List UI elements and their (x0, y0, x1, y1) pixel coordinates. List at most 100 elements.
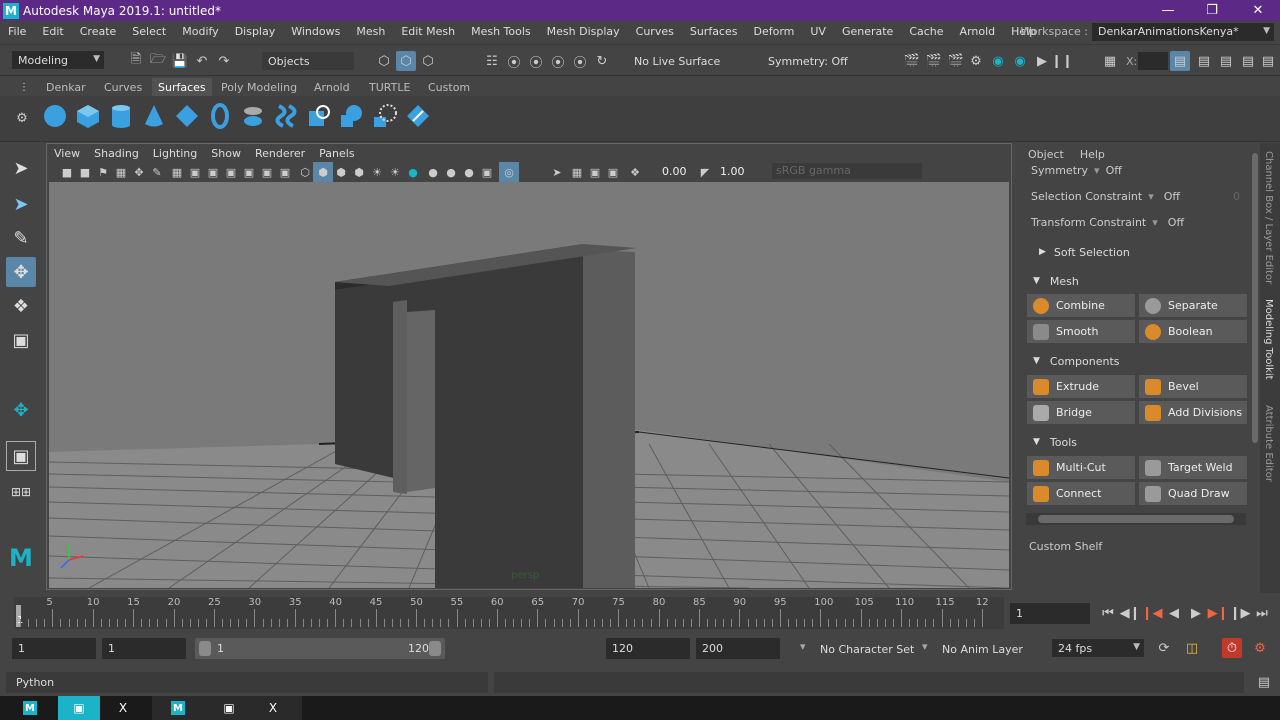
restore-window-icon[interactable]: ▣ (58, 696, 100, 720)
range-bar[interactable]: 1 120 (195, 638, 445, 659)
resolution-gate-icon[interactable]: ▣ (203, 162, 223, 182)
playback-end-input[interactable]: 120 (606, 638, 690, 659)
shelf-tab-denkar[interactable]: Denkar (46, 78, 86, 96)
step-back-frame-icon[interactable]: ◀❙ (1120, 603, 1141, 623)
soft-selection-section[interactable]: ▶ Soft Selection (1024, 242, 1250, 262)
menu-deform[interactable]: Deform (745, 25, 802, 38)
loft-icon[interactable] (272, 102, 300, 130)
camera-attributes-icon[interactable]: ■ (75, 162, 95, 182)
cache-icon[interactable]: ◫ (1182, 638, 1202, 658)
menu-generate[interactable]: Generate (834, 25, 901, 38)
layout-icon[interactable]: ▦ (1100, 51, 1120, 71)
exposure-value[interactable]: 0.00 (662, 165, 687, 178)
tab-channel-box[interactable]: Channel Box / Layer Editor (1263, 151, 1274, 284)
menu-file[interactable]: File (0, 25, 34, 38)
menu-select[interactable]: Select (124, 25, 174, 38)
restore-window-icon-2[interactable]: ▣ (208, 696, 250, 720)
panel-menu-shading[interactable]: Shading (87, 147, 146, 160)
hypershade-icon[interactable]: ◉ (988, 51, 1008, 71)
paint-select-icon[interactable]: ✎ (6, 223, 36, 253)
loop-icon[interactable]: ⟳ (1154, 638, 1174, 658)
textured-icon[interactable]: ⬢ (349, 162, 369, 182)
image-plane-icon[interactable]: ▦ (111, 162, 131, 182)
single-perspective-icon[interactable]: ▣ (6, 441, 36, 471)
extrude-surface-icon[interactable] (338, 102, 366, 130)
select-hierarchy-icon[interactable]: ⬡ (374, 51, 394, 71)
play-forwards-icon[interactable]: ▶ (1186, 603, 1206, 623)
shelf-tab-poly-modeling[interactable]: Poly Modeling (221, 78, 297, 96)
menu-modify[interactable]: Modify (174, 25, 226, 38)
go-to-end-icon[interactable]: ⏭ (1252, 603, 1272, 623)
menu-windows[interactable]: Windows (283, 25, 348, 38)
shelf-tab-turtle[interactable]: TURTLE (369, 78, 410, 96)
step-back-key-icon[interactable]: ❙◀ (1142, 603, 1163, 623)
snap-view-icon[interactable]: ⦿ (548, 51, 568, 71)
step-forward-frame-icon[interactable]: ❙▶ (1230, 603, 1251, 623)
camera-select-icon[interactable]: ■ (57, 162, 77, 182)
menuset-dropdown[interactable]: Modeling ▼ (12, 51, 104, 69)
camera-move-icon[interactable]: ✥ (129, 162, 149, 182)
exposure-icon[interactable]: ❖ (625, 162, 645, 182)
backface-culling-icon[interactable]: ▣ (585, 162, 605, 182)
menu-display[interactable]: Display (227, 25, 284, 38)
nurbs-sphere-icon[interactable] (41, 102, 69, 130)
xray-components-icon[interactable]: ▦ (567, 162, 587, 182)
xray-joints-icon[interactable]: ➤ (547, 162, 567, 182)
grid-toggle-icon[interactable]: ▦ (167, 162, 187, 182)
rotate-tool-icon[interactable]: ❖ (6, 291, 36, 321)
wireframe-icon[interactable]: ⬡ (295, 162, 315, 182)
vertical-scrollbar[interactable] (1252, 153, 1258, 443)
play-backwards-icon[interactable]: ◀ (1164, 603, 1184, 623)
four-view-icon[interactable]: ⊞⊞ (6, 477, 36, 507)
gamma-value[interactable]: 1.00 (720, 165, 745, 178)
attribute-editor-icon[interactable]: ▤ (1194, 51, 1214, 71)
snap-rotate-icon[interactable]: ↻ (592, 51, 612, 71)
gamma-icon[interactable]: ◤ (695, 162, 715, 182)
sidebar-toggle-icon[interactable]: ▤ (1170, 51, 1190, 71)
extrude-button[interactable]: Extrude (1027, 375, 1135, 398)
selection-constraint-value[interactable]: Off (1164, 190, 1180, 203)
menu-mesh-display[interactable]: Mesh Display (539, 25, 628, 38)
menu-cache[interactable]: Cache (901, 25, 951, 38)
render-frame-icon[interactable]: 🎬 (902, 51, 922, 71)
last-tool-icon[interactable]: ✥ (6, 395, 36, 425)
redo-icon[interactable]: ↷ (214, 51, 234, 71)
scale-tool-icon[interactable]: ▣ (6, 325, 36, 355)
range-start-handle[interactable] (199, 641, 211, 656)
xray-icon[interactable]: ◎ (499, 162, 519, 182)
live-surface-label[interactable]: No Live Surface (634, 55, 720, 68)
anti-aliasing-icon[interactable]: ● (441, 162, 461, 182)
horizontal-scrollbar[interactable] (1026, 513, 1246, 525)
components-section-header[interactable]: ▼ Components (1024, 351, 1250, 371)
script-language-label[interactable]: Python (16, 676, 54, 689)
menu-mesh-tools[interactable]: Mesh Tools (463, 25, 539, 38)
panel-menu-lighting[interactable]: Lighting (146, 147, 204, 160)
safe-title-icon[interactable]: ▣ (275, 162, 295, 182)
maya-m-icon[interactable]: M (6, 543, 36, 573)
smooth-shade-icon[interactable]: ⬢ (313, 162, 333, 182)
transform-constraint-icon[interactable]: ▣ (603, 162, 623, 182)
script-editor-icon[interactable]: ▤ (1254, 672, 1274, 692)
scrollbar-thumb[interactable] (1038, 515, 1234, 523)
auto-key-icon[interactable]: ⏱ (1222, 638, 1242, 658)
symmetry-label[interactable]: Symmetry: Off (768, 55, 848, 68)
maya-taskbar-item[interactable]: M (6, 696, 54, 720)
new-scene-icon[interactable]: 🗎 (126, 51, 146, 71)
depth-of-field-icon[interactable]: ● (459, 162, 479, 182)
menu-create[interactable]: Create (72, 25, 125, 38)
character-set-label[interactable]: No Character Set (820, 643, 914, 656)
range-end-handle[interactable] (429, 641, 441, 656)
bevel-plus-icon[interactable] (371, 102, 399, 130)
symmetry-field-value[interactable]: Off (1106, 164, 1122, 177)
shelf-menu-icon[interactable]: ⋮ (14, 77, 34, 97)
target-weld-button[interactable]: Target Weld (1139, 456, 1247, 479)
snap-surface-icon[interactable]: ⦿ (570, 51, 590, 71)
menu-mesh[interactable]: Mesh (348, 25, 393, 38)
isolate-select-icon[interactable]: ▣ (477, 162, 497, 182)
snap-grid-icon[interactable]: ☷ (482, 51, 502, 71)
snap-curve-icon[interactable]: ⦿ (504, 51, 524, 71)
shadows-icon[interactable]: ☀ (385, 162, 405, 182)
tools-section-header[interactable]: ▼ Tools (1024, 432, 1250, 452)
revolve-icon[interactable] (239, 102, 267, 130)
select-tool-icon[interactable]: ➤ (6, 153, 36, 183)
